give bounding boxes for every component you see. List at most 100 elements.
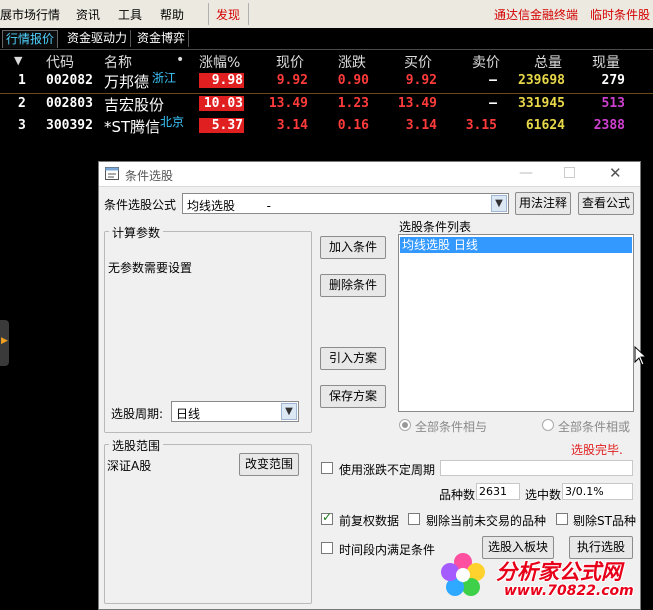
total-volume: 331945 xyxy=(518,96,565,111)
stock-name: 吉宏股份 xyxy=(104,96,165,114)
header-now[interactable]: 现量 xyxy=(592,52,620,72)
header-code[interactable]: 代码 xyxy=(46,52,74,72)
menu-market[interactable]: 展市场行情 xyxy=(0,6,60,23)
side-panel-handle[interactable]: ▶ xyxy=(0,320,9,366)
radio-or[interactable] xyxy=(542,419,554,431)
pct-change: 10.03 xyxy=(199,96,244,111)
range-group-label: 选股范围 xyxy=(109,437,164,454)
now-volume: 2388 xyxy=(593,118,625,133)
count-field: 2631 xyxy=(476,483,520,500)
sort-arrow-icon[interactable]: ▼ xyxy=(14,54,22,67)
tab-quotes[interactable]: 行情报价 xyxy=(2,30,59,48)
range-value: 深证A股 xyxy=(107,459,152,473)
menu-discover[interactable]: 发现 xyxy=(216,6,240,23)
chevron-down-icon[interactable]: ▼ xyxy=(491,195,507,212)
flower-logo-icon xyxy=(441,553,485,596)
current-price: 9.92 xyxy=(276,73,308,88)
price-change: 1.23 xyxy=(337,96,369,111)
conditions-label: 选股条件列表 xyxy=(399,220,472,234)
current-price: 13.49 xyxy=(268,96,308,111)
menu-separator xyxy=(208,3,209,25)
chevron-down-icon[interactable]: ▼ xyxy=(281,403,297,420)
row-index: 3 xyxy=(18,118,26,133)
dialog-titlebar[interactable]: 条件选股 — ✕ xyxy=(99,162,640,187)
pct-change: 5.37 xyxy=(199,118,244,133)
status-text: 选股完毕. xyxy=(571,443,623,457)
header-change[interactable]: 涨跌 xyxy=(338,52,366,72)
link-temp-condition[interactable]: 临时条件股 xyxy=(590,6,650,23)
radio-or-label: 全部条件相或 xyxy=(558,420,631,434)
exclude-st-checkbox[interactable] xyxy=(556,513,568,525)
change-range-button[interactable]: 改变范围 xyxy=(239,453,299,476)
conditions-list[interactable]: 均线选股 日线 xyxy=(398,234,634,412)
now-volume: 279 xyxy=(601,73,625,88)
bid-price: 13.49 xyxy=(397,96,437,111)
tab-fund-game[interactable]: 资金博弈 xyxy=(134,30,190,47)
stock-region: 浙江 xyxy=(152,71,177,85)
now-volume: 513 xyxy=(601,96,625,111)
close-icon[interactable]: ✕ xyxy=(609,164,622,182)
count-label: 品种数 xyxy=(439,488,476,502)
header-ask[interactable]: 卖价 xyxy=(472,52,500,72)
view-formula-button[interactable]: 查看公式 xyxy=(578,192,634,215)
exclude-untraded-checkbox[interactable] xyxy=(408,513,420,525)
formula-value: 均线选股 - xyxy=(187,199,271,213)
selected-value: 3/0.1% xyxy=(565,485,604,498)
use-period-label: 使用涨跌不定周期 xyxy=(339,463,436,477)
menu-separator xyxy=(248,3,249,25)
header-name[interactable]: 名称 xyxy=(104,52,132,72)
link-tdx-terminal[interactable]: 通达信金融终端 xyxy=(494,6,578,23)
adjust-label: 前复权数据 xyxy=(339,514,400,528)
total-volume: 61624 xyxy=(525,118,565,133)
menu-bar: 展市场行情 资讯 工具 帮助 发现 通达信金融终端 临时条件股 xyxy=(0,0,653,29)
ask-price: — xyxy=(489,96,497,111)
current-price: 3.14 xyxy=(276,118,308,133)
price-change: 0.16 xyxy=(337,118,369,133)
formula-label: 条件选股公式 xyxy=(104,198,177,212)
minimize-icon[interactable]: — xyxy=(519,165,533,181)
save-plan-button[interactable]: 保存方案 xyxy=(320,385,386,408)
row-index: 2 xyxy=(18,96,26,111)
usage-notes-button[interactable]: 用法注释 xyxy=(515,192,571,215)
selected-field: 3/0.1% xyxy=(562,483,633,500)
stock-code: 002803 xyxy=(46,96,93,111)
table-row[interactable]: 2 002803 吉宏股份 10.03 13.49 1.23 13.49 — 3… xyxy=(0,94,653,116)
period-select[interactable]: 日线 ▼ xyxy=(171,401,299,422)
period-range-field[interactable] xyxy=(440,460,633,476)
params-note: 无参数需要设置 xyxy=(108,261,193,275)
radio-and[interactable] xyxy=(399,419,411,431)
exclude-untraded-label: 剔除当前未交易的品种 xyxy=(426,514,547,528)
use-period-checkbox[interactable] xyxy=(321,462,333,474)
bid-price: 9.92 xyxy=(405,73,437,88)
price-change: 0.90 xyxy=(337,73,369,88)
formula-select[interactable]: 均线选股 - ▼ xyxy=(182,193,509,214)
period-label: 选股周期: xyxy=(111,407,164,421)
add-condition-button[interactable]: 加入条件 xyxy=(320,236,386,259)
header-pct[interactable]: 涨幅% xyxy=(199,52,240,72)
count-value: 2631 xyxy=(479,485,507,498)
ask-price: 3.15 xyxy=(465,118,497,133)
delete-condition-button[interactable]: 删除条件 xyxy=(320,274,386,297)
stock-code: 300392 xyxy=(46,118,93,133)
header-volume[interactable]: 总量 xyxy=(534,52,562,72)
watermark-url: www.70822.com xyxy=(504,583,634,599)
menu-news[interactable]: 资讯 xyxy=(76,6,100,23)
expand-arrow-icon: ▶ xyxy=(1,336,8,346)
table-row[interactable]: 1 002082 万邦德 浙江 9.98 9.92 0.90 9.92 — 23… xyxy=(0,71,653,94)
menu-help[interactable]: 帮助 xyxy=(160,6,184,23)
period-value: 日线 xyxy=(176,407,201,421)
params-group-label: 计算参数 xyxy=(109,224,164,241)
time-range-checkbox[interactable] xyxy=(321,542,333,554)
menu-tools[interactable]: 工具 xyxy=(118,6,142,23)
maximize-icon[interactable] xyxy=(564,167,575,178)
time-range-label: 时间段内满足条件 xyxy=(339,543,436,557)
import-plan-button[interactable]: 引入方案 xyxy=(320,347,386,370)
condition-select-dialog: 条件选股 — ✕ 条件选股公式 均线选股 - ▼ 用法注释 查看公式 计算参数 … xyxy=(98,161,641,610)
table-row[interactable]: 3 300392 *ST腾信 北京 5.37 3.14 0.16 3.14 3.… xyxy=(0,115,653,138)
stock-code: 002082 xyxy=(46,73,93,88)
header-price[interactable]: 现价 xyxy=(276,52,304,72)
adjust-checkbox[interactable]: ✓ xyxy=(321,510,333,525)
list-item[interactable]: 均线选股 日线 xyxy=(400,237,632,253)
tab-fund-drive[interactable]: 资金驱动力 xyxy=(64,30,132,47)
header-bid[interactable]: 买价 xyxy=(404,52,432,72)
